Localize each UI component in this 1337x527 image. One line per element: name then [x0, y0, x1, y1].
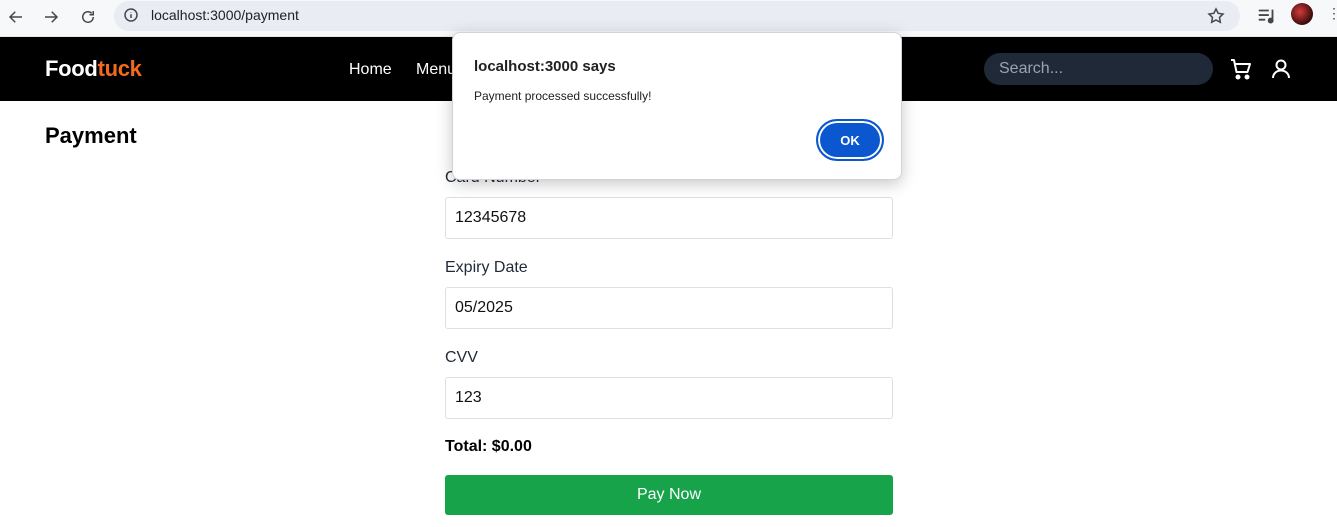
dialog-message: Payment processed successfully!: [474, 89, 652, 103]
page-title: Payment: [45, 123, 137, 148]
expiry-date-field[interactable]: 05/2025: [445, 287, 893, 329]
dialog-title: localhost:3000 says: [474, 58, 616, 75]
reload-icon[interactable]: [75, 4, 101, 30]
cvv-field[interactable]: 123: [445, 377, 893, 419]
alert-dialog: localhost:3000 says Payment processed su…: [452, 32, 902, 180]
logo-text-tuck: tuck: [97, 56, 142, 81]
address-bar[interactable]: localhost:3000/payment: [114, 1, 1240, 31]
more-menu-icon[interactable]: ⋮: [1327, 5, 1337, 25]
forward-arrow-icon[interactable]: [38, 4, 64, 30]
bookmark-star-icon[interactable]: [1206, 6, 1226, 26]
cvv-label: CVV: [445, 349, 478, 366]
ok-button[interactable]: OK: [816, 119, 884, 161]
card-number-field[interactable]: 12345678: [445, 197, 893, 239]
nav-link-menu[interactable]: Menu: [416, 61, 456, 79]
profile-avatar[interactable]: [1291, 3, 1313, 25]
pay-now-button[interactable]: Pay Now: [445, 475, 893, 515]
search-input[interactable]: Search...: [984, 53, 1213, 85]
logo[interactable]: Foodtuck: [45, 56, 142, 82]
nav-link-home[interactable]: Home: [349, 61, 392, 79]
total-amount: Total: $0.00: [445, 438, 532, 455]
url-text: localhost:3000/payment: [151, 7, 299, 23]
site-info-icon[interactable]: [122, 6, 140, 24]
expiry-date-label: Expiry Date: [445, 259, 528, 276]
cart-icon[interactable]: [1229, 57, 1253, 81]
media-playlist-icon[interactable]: [1256, 5, 1278, 27]
logo-text-food: Food: [45, 56, 98, 81]
back-arrow-icon[interactable]: [3, 4, 29, 30]
user-icon[interactable]: [1269, 57, 1293, 81]
